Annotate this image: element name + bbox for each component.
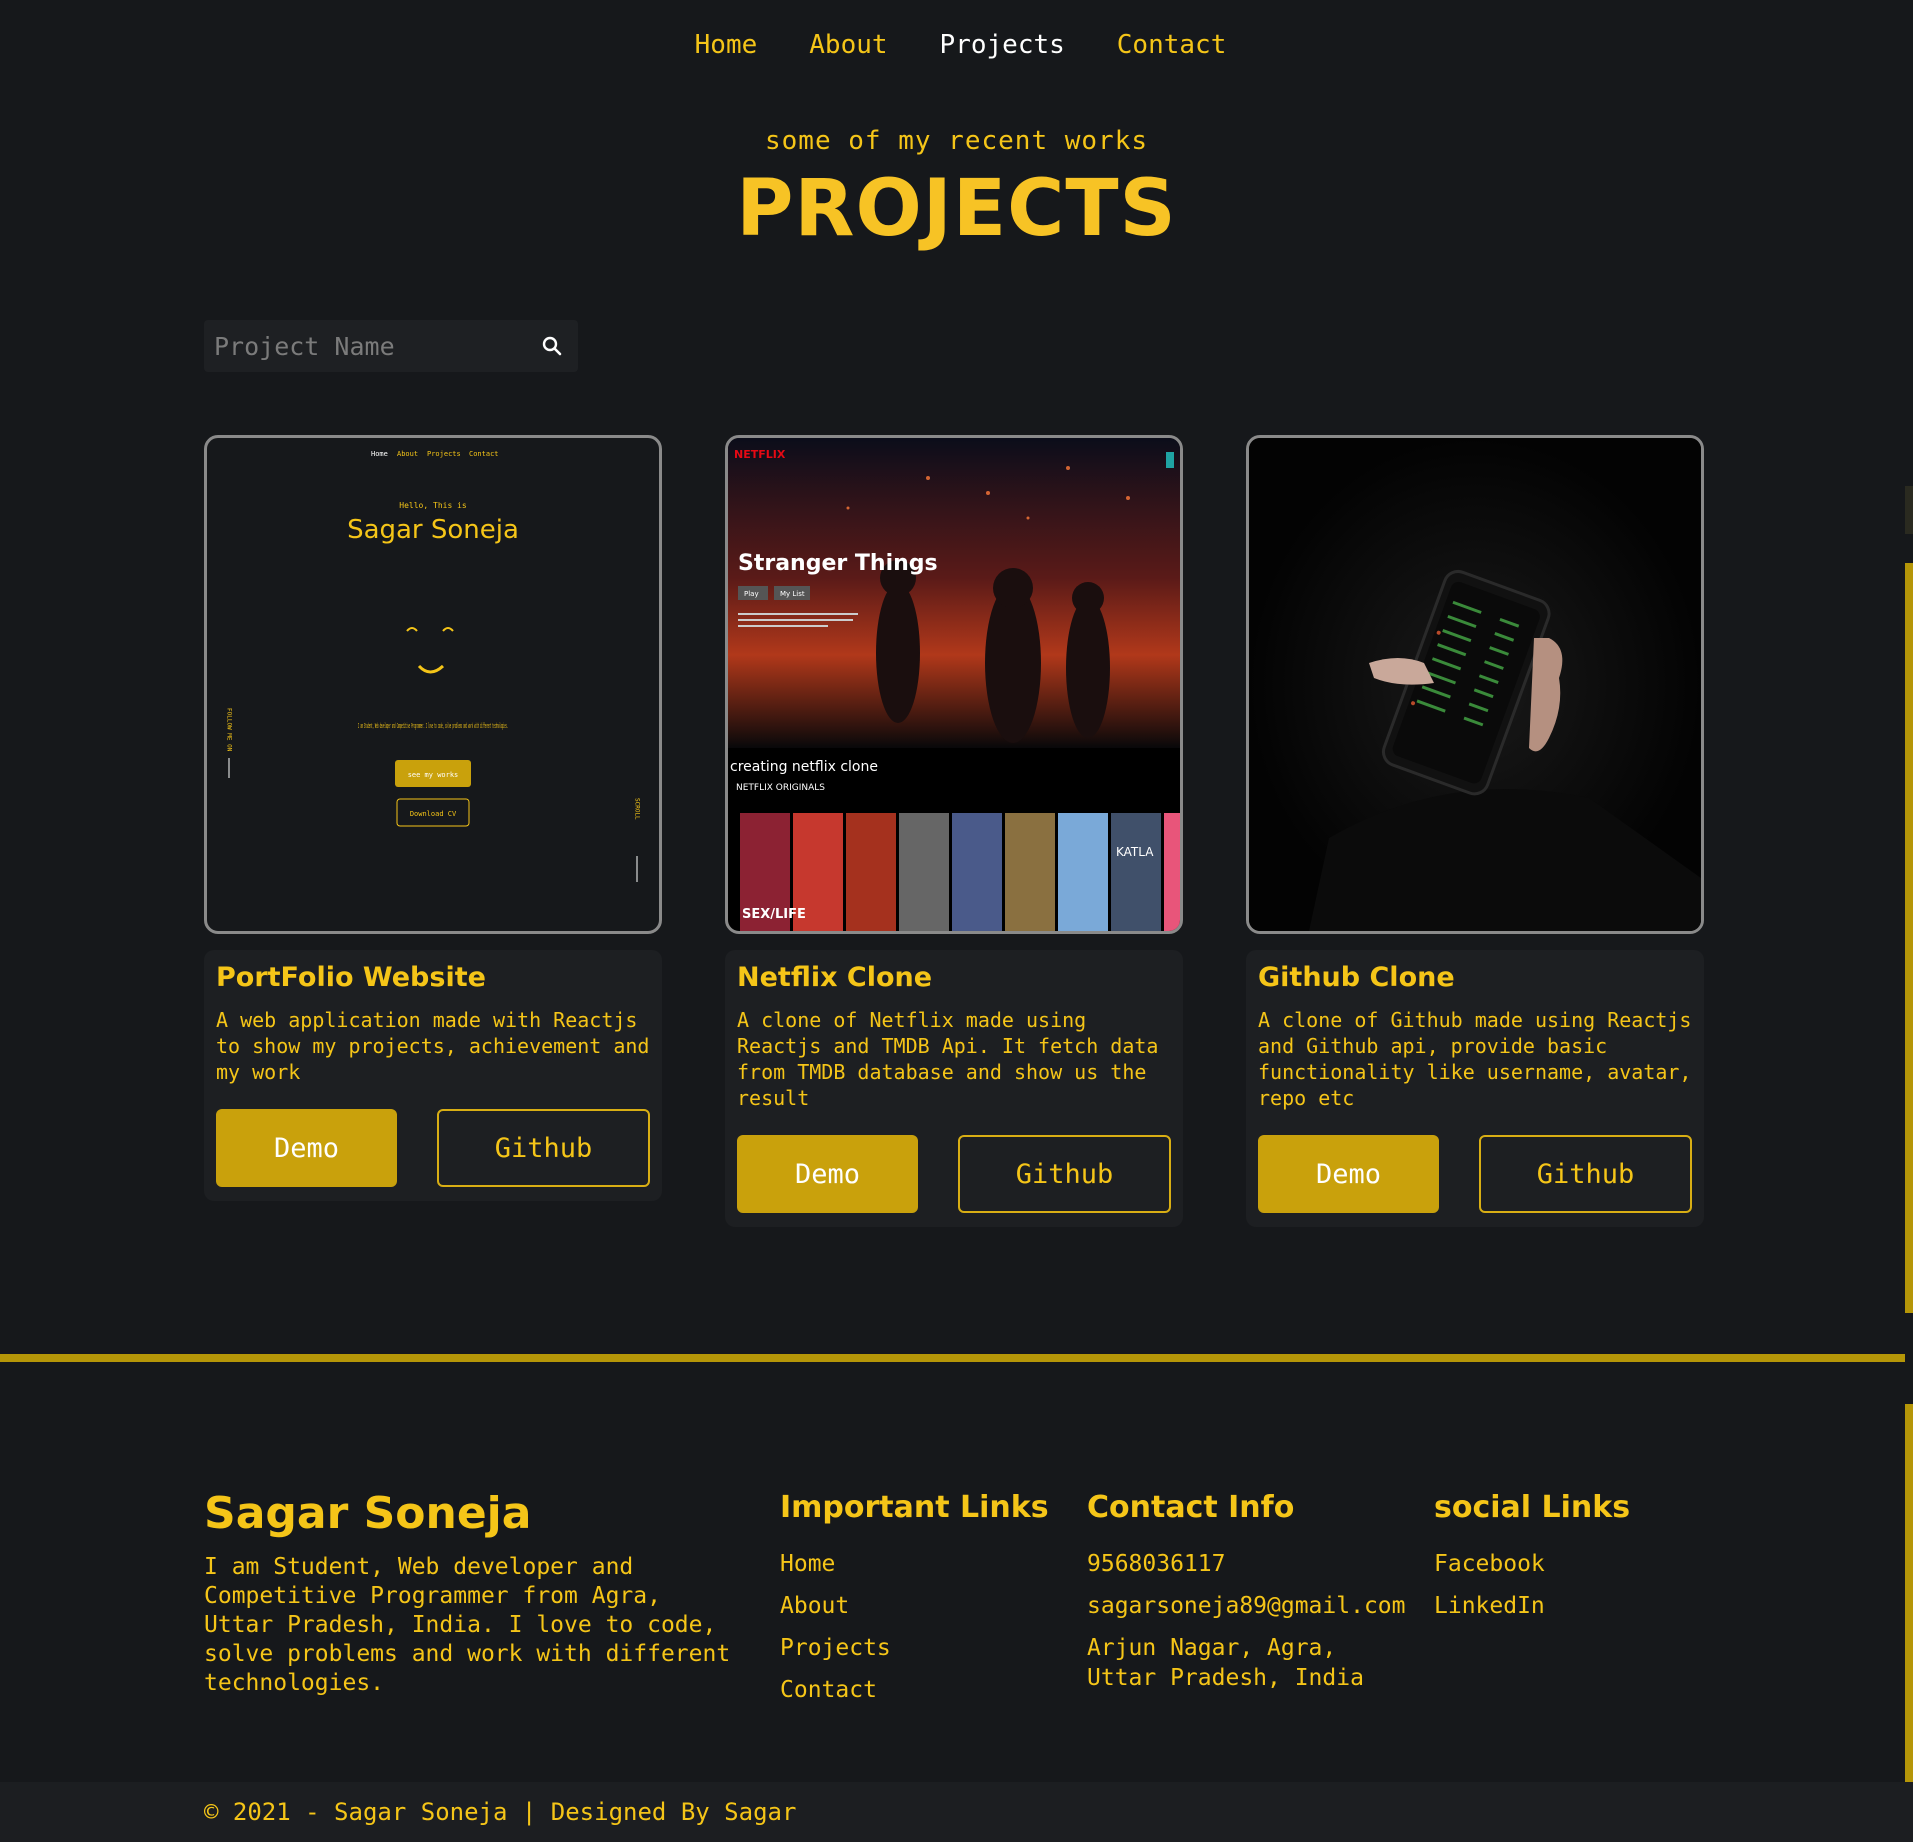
preview-side-right: SCROLL: [634, 798, 641, 820]
phone-in-hand-icon: [1249, 438, 1701, 931]
project-actions: Demo Github: [1258, 1135, 1692, 1213]
nav-about[interactable]: About: [809, 30, 887, 60]
scrollbar-track[interactable]: [1905, 563, 1913, 1313]
search-box: [204, 320, 578, 372]
preview-about: I am Student, Web developer and Competit…: [358, 722, 508, 730]
demo-button[interactable]: Demo: [1258, 1135, 1439, 1213]
github-button[interactable]: Github: [958, 1135, 1171, 1213]
hero-title: Stranger Things: [738, 551, 938, 576]
social-linkedin[interactable]: LinkedIn: [1434, 1591, 1630, 1621]
project-description: A clone of Netflix made using Reactjs an…: [737, 1008, 1159, 1110]
project-title: Netflix Clone: [737, 962, 933, 993]
github-button[interactable]: Github: [437, 1109, 650, 1187]
project-title: Github Clone: [1258, 962, 1455, 993]
project-actions: Demo Github: [216, 1109, 650, 1187]
project-actions: Demo Github: [737, 1135, 1171, 1213]
section-subtitle: some of my recent works: [764, 126, 1149, 156]
netflix-logo: NETFLIX: [734, 448, 786, 461]
hero-list-label: My List: [780, 590, 805, 598]
footer-link-about[interactable]: About: [780, 1591, 1049, 1621]
profile-avatar: [1166, 452, 1174, 468]
preview-cv-label: Download CV: [410, 810, 457, 818]
portfolio-preview-graphic: Home About Projects Contact Hello, This …: [226, 450, 641, 882]
footer-contact-info: Contact Info 9568036117 sagarsoneja89@gm…: [1087, 1490, 1417, 1705]
project-info-portfolio: PortFolio Website A web application made…: [204, 950, 662, 1201]
top-nav: Home About Projects Contact: [0, 0, 1913, 90]
project-card-netflix: NETFLIX Stranger Things Play My List cre…: [725, 435, 1183, 1227]
preview-nav-projects: Projects: [427, 450, 461, 458]
scrollbar-track-footer[interactable]: [1905, 1404, 1913, 1784]
project-card-portfolio: Home About Projects Contact Hello, This …: [204, 435, 662, 1201]
smiley-eyes-icon: [406, 627, 454, 632]
section-divider: [0, 1354, 1905, 1362]
preview-nav-home: Home: [371, 450, 388, 458]
preview-works-label: see my works: [408, 771, 459, 779]
demo-button[interactable]: Demo: [737, 1135, 918, 1213]
project-description: A web application made with Reactjs to s…: [216, 1008, 650, 1084]
hero-play-label: Play: [744, 590, 759, 598]
footer-contact-heading: Contact Info: [1087, 1490, 1295, 1525]
search-icon[interactable]: [540, 334, 564, 358]
project-preview-netflix[interactable]: NETFLIX Stranger Things Play My List cre…: [725, 435, 1183, 934]
footer-social-heading: social Links: [1434, 1490, 1631, 1525]
footer-link-projects[interactable]: Projects: [780, 1633, 1049, 1663]
page-title: PROJECTS: [736, 164, 1177, 254]
preview-name: Sagar Soneja: [347, 515, 519, 545]
preview-nav: Home About Projects Contact: [371, 450, 499, 458]
contact-email[interactable]: sagarsoneja89@gmail.com: [1087, 1591, 1417, 1621]
footer-name: Sagar Soneja: [204, 1488, 532, 1539]
project-info-netflix: Netflix Clone A clone of Netflix made us…: [725, 950, 1183, 1227]
preview-nav-contact: Contact: [469, 450, 499, 458]
preview-greeting: Hello, This is: [399, 501, 467, 510]
preview-nav-about: About: [397, 450, 418, 458]
nav-home[interactable]: Home: [695, 30, 758, 60]
netflix-preview-graphic: NETFLIX Stranger Things Play My List cre…: [728, 438, 1180, 931]
smiley-mouth-icon: [417, 664, 445, 674]
footer-link-home[interactable]: Home: [780, 1549, 1049, 1579]
search-input[interactable]: [214, 331, 540, 361]
scrollbar-thumb-top[interactable]: [1905, 486, 1913, 534]
poster-text-1: SEX/LIFE: [742, 907, 806, 922]
preview-side-left: FOLLOW ME ON: [226, 708, 233, 752]
project-preview-portfolio[interactable]: Home About Projects Contact Hello, This …: [204, 435, 662, 934]
contact-address: Arjun Nagar, Agra, Uttar Pradesh, India: [1087, 1635, 1364, 1691]
nav-contact[interactable]: Contact: [1117, 30, 1227, 60]
social-facebook[interactable]: Facebook: [1434, 1549, 1630, 1579]
project-info-github: Github Clone A clone of Github made usin…: [1246, 950, 1704, 1227]
footer-links-heading: Important Links: [780, 1490, 1049, 1525]
demo-button[interactable]: Demo: [216, 1109, 397, 1187]
project-card-github: Github Clone A clone of Github made usin…: [1246, 435, 1704, 1227]
row-title: creating netflix clone: [730, 759, 878, 775]
footer-social-links: social Links Facebook LinkedIn: [1434, 1490, 1630, 1633]
copyright-bar: © 2021 - Sagar Soneja | Designed By Saga…: [0, 1782, 1913, 1842]
copyright-text: © 2021 - Sagar Soneja | Designed By Saga…: [204, 1798, 797, 1826]
row-label: NETFLIX ORIGINALS: [736, 783, 825, 793]
nav-projects[interactable]: Projects: [940, 30, 1065, 60]
github-button[interactable]: Github: [1479, 1135, 1692, 1213]
contact-phone[interactable]: 9568036117: [1087, 1549, 1417, 1579]
footer-about: I am Student, Web developer and Competit…: [204, 1554, 731, 1696]
footer-link-contact[interactable]: Contact: [780, 1675, 1049, 1705]
poster-text-2: KATLA: [1116, 845, 1154, 859]
project-title: PortFolio Website: [216, 962, 486, 993]
poster-row: [740, 813, 1180, 931]
project-preview-github[interactable]: [1246, 435, 1704, 934]
footer-important-links: Important Links Home About Projects Cont…: [780, 1490, 1049, 1717]
project-description: A clone of Github made using Reactjs and…: [1258, 1008, 1692, 1110]
